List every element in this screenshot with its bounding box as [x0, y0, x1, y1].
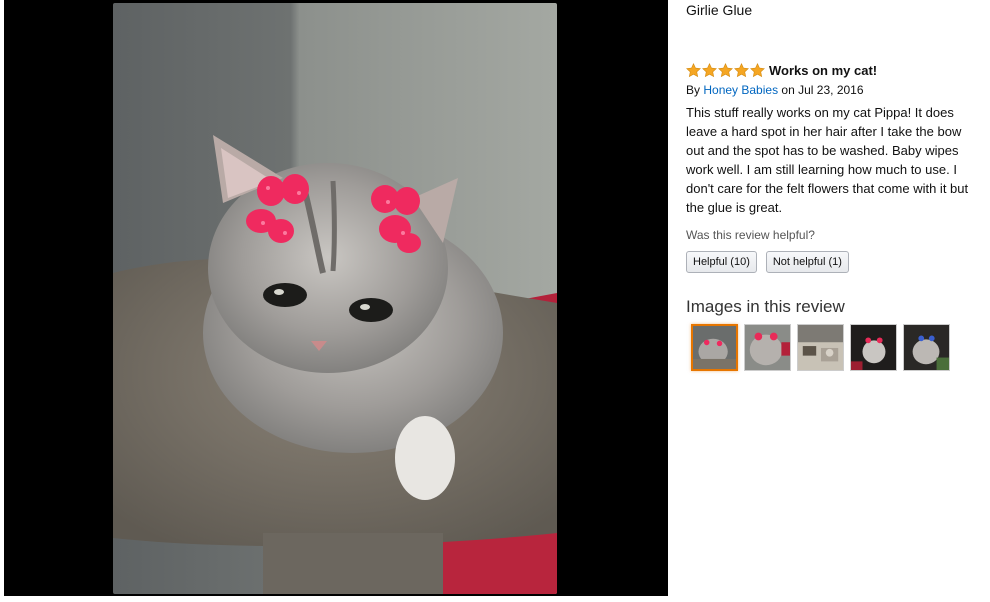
star-icon: [702, 62, 717, 77]
cat-photo: [113, 3, 557, 594]
thumbnail-4[interactable]: [850, 324, 897, 371]
product-title: Girlie Glue: [686, 2, 753, 18]
review-photo-main[interactable]: [113, 3, 557, 594]
images-section-title: Images in this review: [686, 297, 845, 316]
thumbnail-image: [851, 325, 896, 370]
helpful-buttons: Helpful (10) Not helpful (1): [686, 251, 986, 273]
helpful-question: Was this review helpful?: [686, 228, 815, 242]
byline-prefix: By: [686, 83, 701, 97]
thumbnail-2[interactable]: [744, 324, 791, 371]
thumbnail-image: [798, 325, 843, 370]
thumbnail-image: [745, 325, 790, 370]
not-helpful-button[interactable]: Not helpful (1): [765, 251, 849, 273]
helpful-button[interactable]: Helpful (10): [686, 251, 757, 273]
star-icon: [750, 62, 765, 77]
star-icon: [718, 62, 733, 77]
thumbnail-strip: [691, 324, 986, 371]
author-link[interactable]: Honey Babies: [703, 83, 778, 97]
image-viewer: [4, 0, 668, 596]
review-panel: Girlie Glue Works on my cat! By Honey Ba…: [686, 0, 986, 371]
review-body: This stuff really works on my cat Pippa!…: [686, 105, 969, 215]
review-byline: By Honey Babies on Jul 23, 2016: [686, 82, 986, 98]
review-date: Jul 23, 2016: [798, 83, 864, 97]
thumbnail-1[interactable]: [691, 324, 738, 371]
date-prefix: on: [781, 83, 795, 97]
star-icon: [686, 62, 701, 77]
star-rating: [686, 62, 765, 78]
review-title: Works on my cat!: [769, 62, 878, 78]
thumbnail-image: [693, 326, 736, 369]
thumbnail-5[interactable]: [903, 324, 950, 371]
thumbnail-3[interactable]: [797, 324, 844, 371]
thumbnail-image: [904, 325, 949, 370]
review-header: Works on my cat!: [686, 61, 986, 79]
star-icon: [734, 62, 749, 77]
